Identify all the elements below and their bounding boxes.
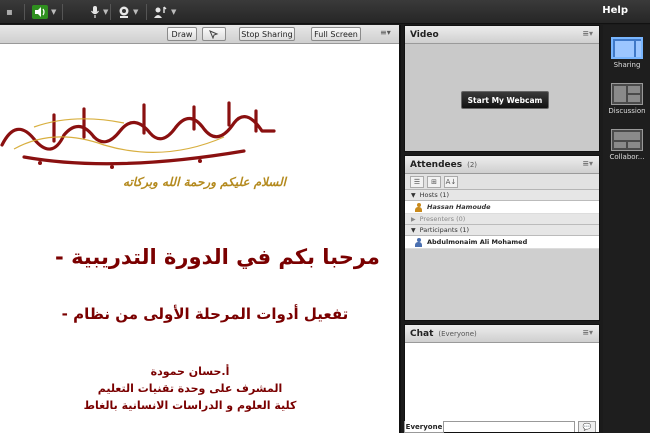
host-name: Hassan Hamoude	[427, 203, 491, 211]
draw-button[interactable]: Draw	[167, 27, 197, 41]
share-pod: Draw Stop Sharing Full Screen ≡▾ السلام …	[0, 25, 401, 433]
attendee-view-toolbar: ☰ ⊞ A↓	[405, 174, 599, 190]
participant-name: Abdulmonaim Ali Mohamed	[427, 238, 528, 246]
webcam-icon	[119, 6, 129, 18]
meeting-window: ▪ ▼ ▼ ▼ ▼ Help Draw Stop Sharing Full Sc…	[0, 0, 650, 433]
speaker-icon	[32, 5, 48, 19]
menu-glyph-icon: ▪	[6, 6, 13, 18]
presenter-organization: كلية العلوم و الدراسات الانسانية بالغاط	[83, 399, 297, 412]
participants-group-label: Participants (1)	[419, 226, 470, 234]
divider	[62, 4, 63, 20]
pod-options-icon[interactable]: ≡▾	[380, 28, 391, 37]
layout-discussion-label: Discussion	[608, 107, 646, 115]
pod-options-icon[interactable]: ≡▾	[582, 29, 593, 38]
raise-hand-icon	[154, 6, 167, 18]
greeting-text: السلام عليكم ورحمة الله وبركاته	[122, 175, 286, 189]
video-pod: Video ≡▾ Start My Webcam	[404, 25, 600, 152]
layout-discussion-thumbnail	[611, 83, 643, 105]
share-toolbar: Draw Stop Sharing Full Screen ≡▾	[0, 25, 399, 44]
chat-pod: Chat (Everyone) ≡▾ 💬	[404, 324, 600, 433]
chevron-down-icon: ▼	[51, 8, 57, 16]
layout-collaboration-label: Collabor...	[609, 153, 645, 161]
attendees-pod-header: Attendees (2) ≡▾	[405, 156, 599, 174]
attendee-row-participant[interactable]: Abdulmonaim Ali Mohamed	[405, 236, 599, 249]
pod-options-icon[interactable]: ≡▾	[582, 328, 593, 337]
shared-slide: السلام عليكم ورحمة الله وبركاته مرحبا بك…	[0, 45, 399, 433]
video-pod-header: Video ≡▾	[405, 26, 599, 44]
chat-send-button[interactable]: 💬	[578, 421, 596, 432]
meeting-menu-button[interactable]: ▪	[6, 3, 13, 21]
layouts-bar: Sharing Discussion Collabor... ✕ +	[603, 25, 650, 433]
chat-scope: (Everyone)	[438, 329, 477, 338]
slide-subtitle: تفعيل أدوات المرحلة الأولى من نظام -	[61, 305, 349, 323]
attendee-count: (2)	[467, 160, 478, 169]
hosts-group-header[interactable]: ▼ Hosts (1)	[405, 190, 599, 201]
breakout-view-icon[interactable]: ⊞	[427, 175, 441, 188]
layout-discussion[interactable]: Discussion	[607, 83, 647, 115]
divider	[146, 4, 147, 20]
participant-person-icon	[415, 237, 422, 247]
pointer-icon	[209, 29, 219, 39]
collapse-arrow-icon: ▼	[411, 226, 416, 234]
chat-message-area	[405, 343, 599, 419]
welcome-title: مرحبا بكم في الدورة التدريبية -	[55, 245, 380, 269]
list-view-icon[interactable]: ☰	[410, 175, 424, 188]
divider	[110, 4, 111, 20]
layout-sharing-label: Sharing	[613, 61, 641, 69]
layout-collaboration-thumbnail	[611, 129, 643, 151]
speech-bubble-icon: 💬	[582, 423, 592, 431]
layout-sharing-thumbnail	[611, 37, 643, 59]
layout-sharing[interactable]: Sharing	[607, 37, 647, 69]
chevron-down-icon: ▼	[133, 8, 139, 16]
presenters-group-label: Presenters (0)	[419, 215, 466, 223]
microphone-button[interactable]: ▼	[90, 3, 108, 21]
pod-options-icon[interactable]: ≡▾	[582, 159, 593, 168]
participants-group-header[interactable]: ▼ Participants (1)	[405, 225, 599, 236]
presenter-name: أ.حسان حمودة	[150, 365, 230, 378]
chat-pod-header: Chat (Everyone) ≡▾	[405, 325, 599, 343]
layout-collaboration[interactable]: Collabor...	[607, 129, 647, 161]
chevron-down-icon: ▼	[103, 8, 109, 16]
hosts-group-label: Hosts (1)	[419, 191, 450, 199]
speaker-button[interactable]: ▼	[32, 3, 56, 21]
webcam-button[interactable]: ▼	[118, 3, 138, 21]
attendee-row-host[interactable]: Hassan Hamoude	[405, 201, 599, 214]
presenter-role: المشرف على وحدة تقنيات التعليم	[97, 382, 283, 395]
presenters-group-header[interactable]: ▶ Presenters (0)	[405, 214, 599, 225]
basmala-calligraphy	[0, 101, 276, 169]
attendees-pod-title: Attendees	[410, 159, 463, 170]
host-person-icon	[415, 202, 422, 212]
video-pod-title: Video	[410, 29, 439, 40]
pointer-button[interactable]	[202, 27, 226, 41]
collapse-arrow-icon: ▼	[411, 191, 416, 199]
chat-tab-everyone[interactable]: Everyone	[404, 421, 444, 433]
attendees-pod: Attendees (2) ≡▾ ☰ ⊞ A↓ ▼ Hosts (1) Hass…	[404, 155, 600, 321]
stop-sharing-button[interactable]: Stop Sharing	[239, 27, 295, 41]
full-screen-button[interactable]: Full Screen	[311, 27, 361, 41]
divider	[24, 4, 25, 20]
expand-arrow-icon: ▶	[411, 215, 416, 223]
status-button[interactable]: ▼	[154, 3, 176, 21]
chevron-down-icon: ▼	[171, 8, 177, 16]
help-menu[interactable]: Help	[602, 5, 628, 16]
start-webcam-button[interactable]: Start My Webcam	[461, 91, 549, 109]
microphone-icon	[91, 6, 99, 18]
top-toolbar: ▪ ▼ ▼ ▼ ▼ Help	[0, 0, 650, 24]
sort-icon[interactable]: A↓	[444, 175, 458, 188]
chat-pod-title: Chat	[410, 328, 434, 339]
